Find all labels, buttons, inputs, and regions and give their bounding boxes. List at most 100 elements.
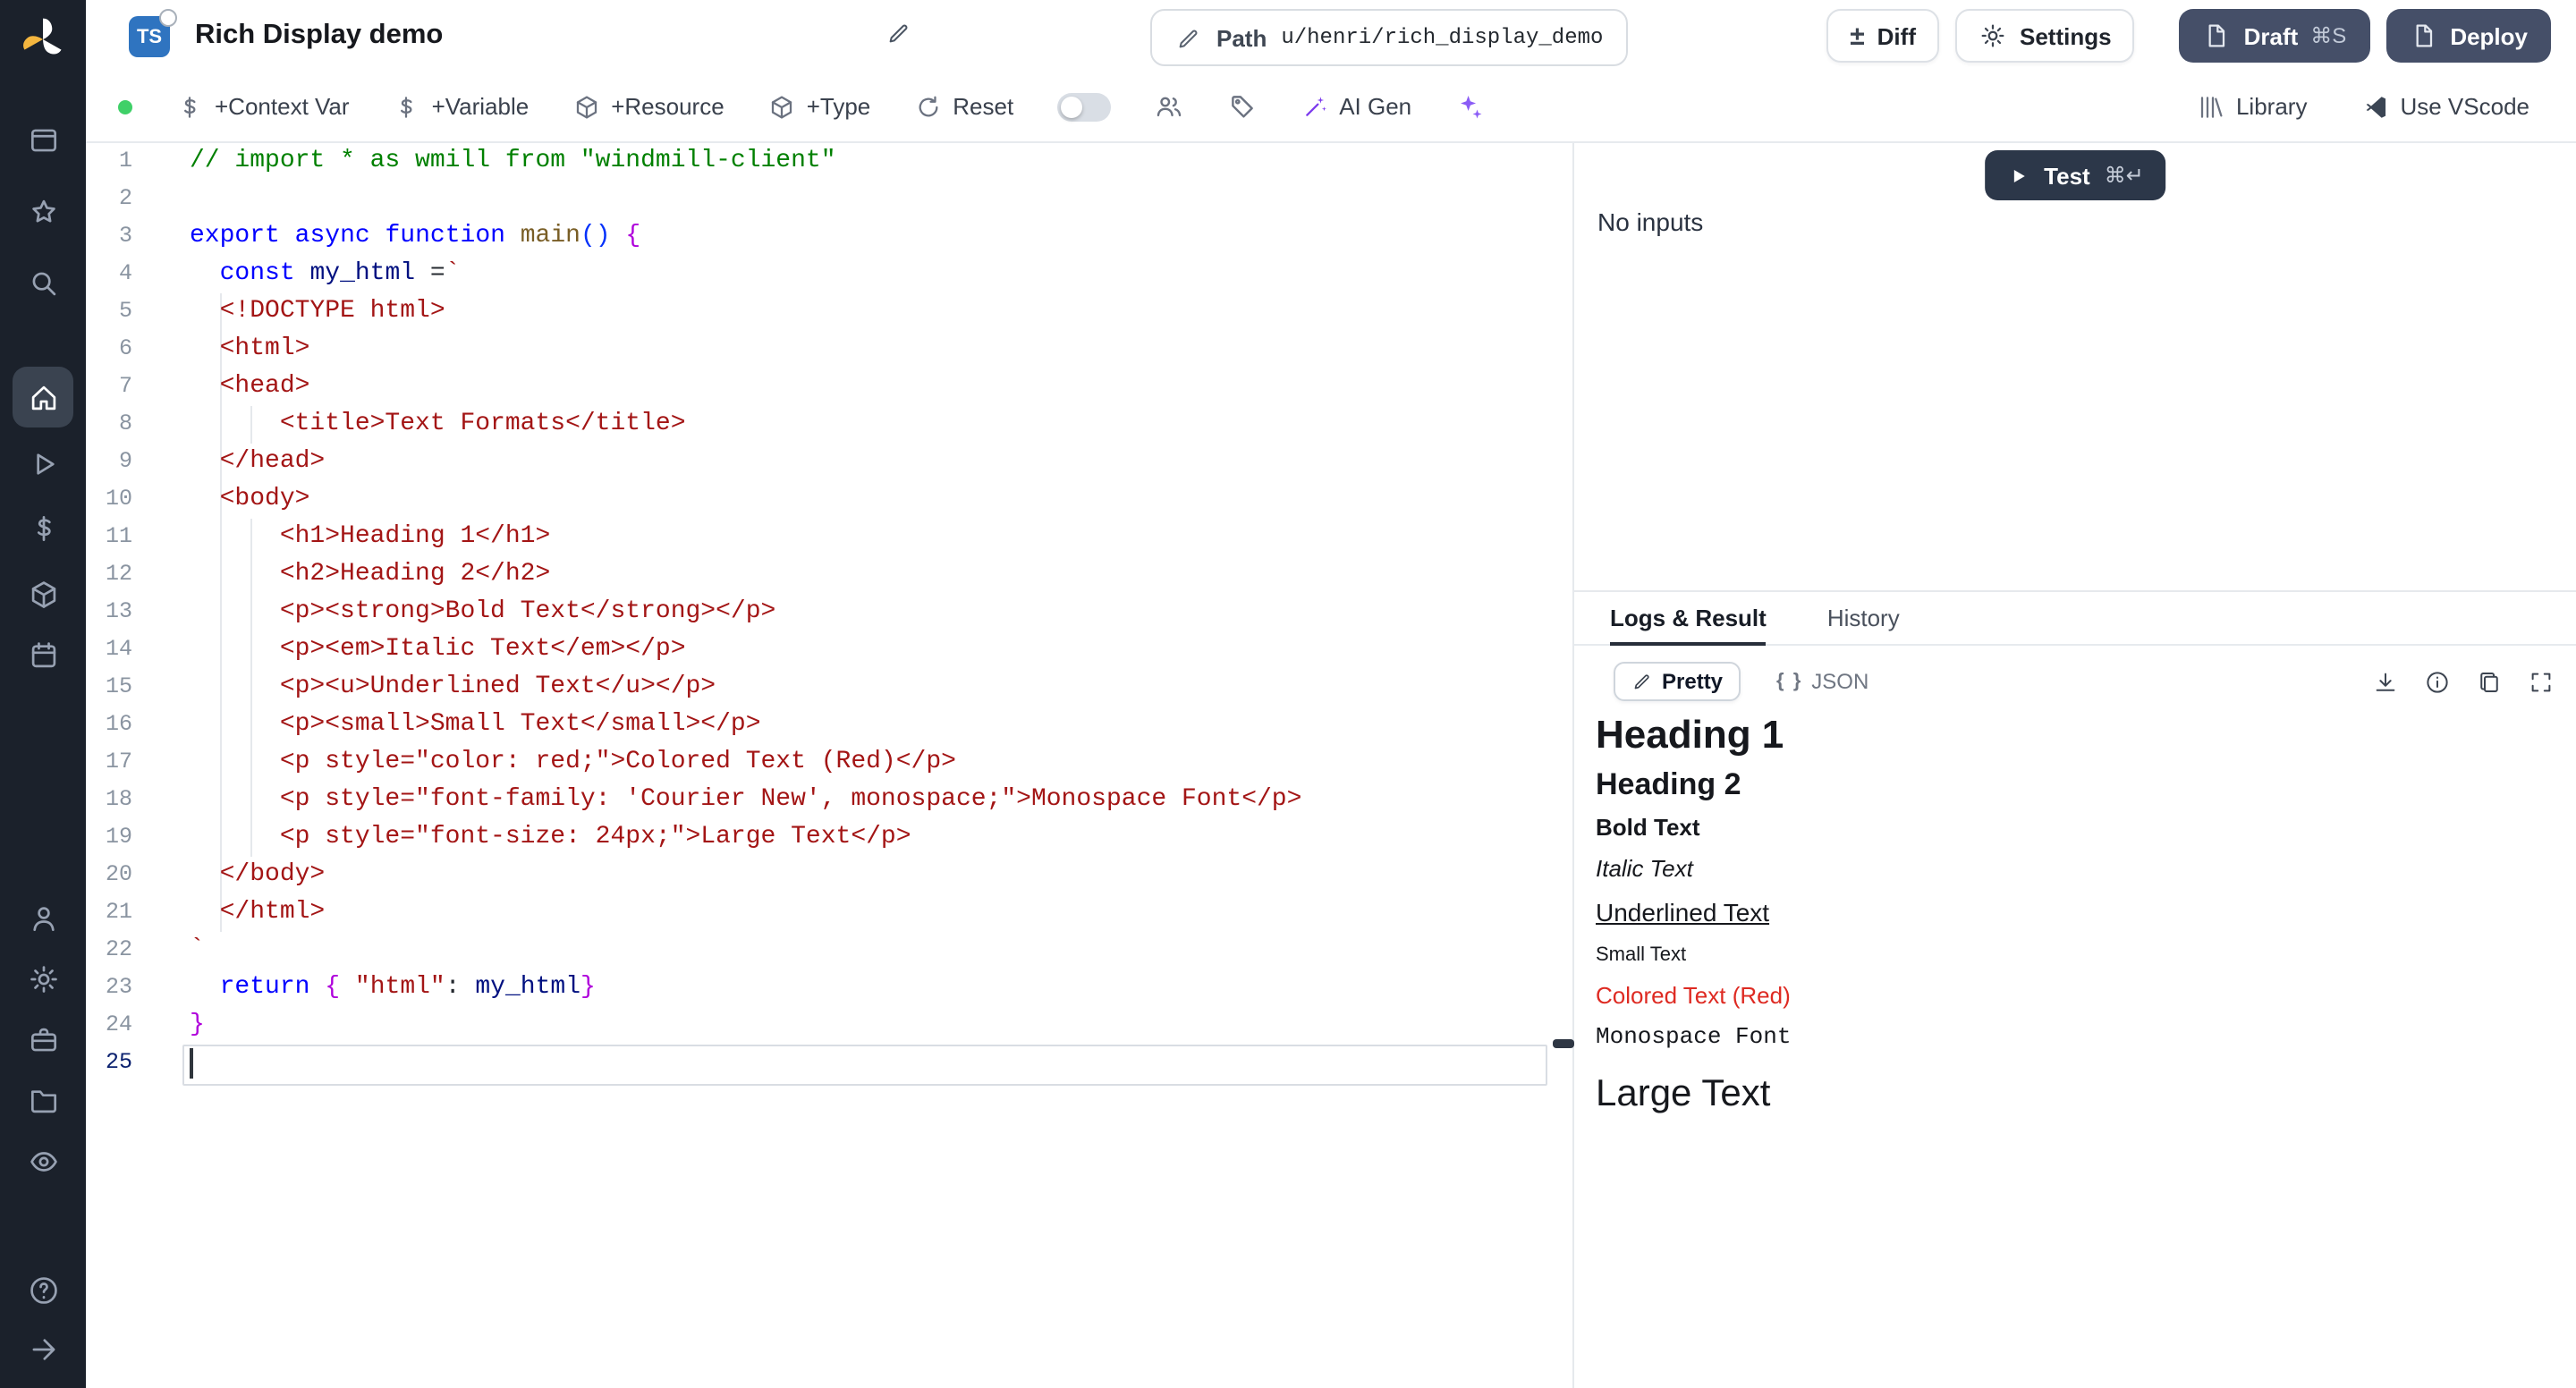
expand-icon[interactable]: [2528, 668, 2555, 695]
editor-line[interactable]: 21 </html>: [86, 894, 1553, 932]
editor-line[interactable]: 20 </body>: [86, 857, 1553, 894]
editor-line[interactable]: 9 </head>: [86, 444, 1553, 481]
editor-line[interactable]: 24}: [86, 1007, 1553, 1045]
sidebar-item-workspace[interactable]: [13, 109, 73, 170]
line-number[interactable]: 16: [86, 707, 132, 744]
line-number[interactable]: 6: [86, 331, 132, 368]
editor-line[interactable]: 1 // import * as wmill from "windmill-cli…: [86, 143, 1553, 181]
code-line[interactable]: <html>: [190, 331, 309, 368]
windmill-logo-icon[interactable]: [18, 14, 68, 64]
editor-line[interactable]: 12 <h2>Heading 2</h2>: [86, 556, 1553, 594]
sidebar-item-resources[interactable]: [13, 563, 73, 624]
format-code-icon[interactable]: [1226, 91, 1257, 122]
code-line[interactable]: return { "html": my_html}: [190, 969, 596, 1007]
line-number[interactable]: 25: [86, 1045, 132, 1082]
editor-line[interactable]: 16 <p><small>Small Text</small></p>: [86, 707, 1553, 744]
line-number[interactable]: 15: [86, 669, 132, 707]
users-icon[interactable]: [1153, 91, 1183, 122]
line-number[interactable]: 21: [86, 894, 132, 932]
edit-summary-button[interactable]: [882, 16, 916, 50]
line-number[interactable]: 7: [86, 368, 132, 406]
code-line[interactable]: <p style="color: red;">Colored Text (Red…: [190, 744, 956, 782]
editor-line[interactable]: 18 <p style="font-family: 'Courier New',…: [86, 782, 1553, 819]
code-line[interactable]: <p><u>Underlined Text</u></p>: [190, 669, 716, 707]
editor-line[interactable]: 22 `: [86, 932, 1553, 969]
sparkles-icon[interactable]: [1454, 91, 1485, 122]
sidebar-item-favorites[interactable]: [13, 181, 73, 241]
line-number[interactable]: 14: [86, 631, 132, 669]
sidebar-item-help[interactable]: [13, 1259, 73, 1320]
code-line[interactable]: <p><small>Small Text</small></p>: [190, 707, 761, 744]
code-line[interactable]: }: [190, 1007, 205, 1045]
add-variable-button[interactable]: +Variable: [393, 92, 530, 121]
code-line[interactable]: <h2>Heading 2</h2>: [190, 556, 550, 594]
info-icon[interactable]: [2424, 668, 2451, 695]
line-number[interactable]: 10: [86, 481, 132, 519]
splitter-handle[interactable]: [1553, 1039, 1574, 1048]
view-pretty-button[interactable]: Pretty: [1614, 662, 1741, 701]
draft-button[interactable]: Draft ⌘S: [2180, 9, 2370, 63]
sidebar-item-search[interactable]: [13, 252, 73, 313]
code-line[interactable]: <h1>Heading 1</h1>: [190, 519, 550, 556]
sidebar-item-audit-logs[interactable]: [13, 1130, 73, 1191]
download-icon[interactable]: [2372, 668, 2399, 695]
line-number[interactable]: 5: [86, 293, 132, 331]
code-line[interactable]: <p><em>Italic Text</em></p>: [190, 631, 686, 669]
code-line[interactable]: </html>: [190, 894, 325, 932]
editor-line[interactable]: 25: [86, 1045, 1553, 1082]
editor-line[interactable]: 19 <p style="font-size: 24px;">Large Tex…: [86, 819, 1553, 857]
line-number[interactable]: 13: [86, 594, 132, 631]
library-button[interactable]: Library: [2197, 92, 2308, 121]
line-number[interactable]: 22: [86, 932, 132, 969]
line-number[interactable]: 12: [86, 556, 132, 594]
sidebar-expand-button[interactable]: [13, 1318, 73, 1379]
line-number[interactable]: 3: [86, 218, 132, 256]
code-line[interactable]: <title>Text Formats</title>: [190, 406, 686, 444]
line-number[interactable]: 2: [86, 181, 132, 218]
line-number[interactable]: 24: [86, 1007, 132, 1045]
editor-line[interactable]: 7 <head>: [86, 368, 1553, 406]
code-line[interactable]: <head>: [190, 368, 309, 406]
editor-line[interactable]: 15 <p><u>Underlined Text</u></p>: [86, 669, 1553, 707]
line-number[interactable]: 23: [86, 969, 132, 1007]
editor-line[interactable]: 11 <h1>Heading 1</h1>: [86, 519, 1553, 556]
editor-line[interactable]: 4 const my_html =`: [86, 256, 1553, 293]
reset-button[interactable]: Reset: [913, 92, 1013, 121]
editor-line[interactable]: 23 return { "html": my_html}: [86, 969, 1553, 1007]
line-number[interactable]: 8: [86, 406, 132, 444]
editor-line[interactable]: 3 export async function main() {: [86, 218, 1553, 256]
multiplayer-toggle[interactable]: [1056, 92, 1110, 121]
editor-line[interactable]: 13 <p><strong>Bold Text</strong></p>: [86, 594, 1553, 631]
add-type-button[interactable]: +Type: [767, 92, 871, 121]
code-line[interactable]: const my_html =`: [190, 256, 461, 293]
line-number[interactable]: 1: [86, 143, 132, 181]
deploy-button[interactable]: Deploy: [2385, 9, 2551, 63]
code-line[interactable]: `: [190, 932, 205, 969]
code-line[interactable]: </head>: [190, 444, 325, 481]
editor-line[interactable]: 14 <p><em>Italic Text</em></p>: [86, 631, 1553, 669]
code-line[interactable]: export async function main() {: [190, 218, 640, 256]
add-resource-button[interactable]: +Resource: [572, 92, 724, 121]
sidebar-item-runs[interactable]: [13, 433, 73, 494]
sidebar-item-workers[interactable]: [13, 1009, 73, 1070]
sidebar-item-folders[interactable]: [13, 1070, 73, 1130]
line-number[interactable]: 11: [86, 519, 132, 556]
line-number[interactable]: 20: [86, 857, 132, 894]
path-field[interactable]: Path u/henri/rich_display_demo: [1150, 9, 1628, 66]
code-line[interactable]: <!DOCTYPE html>: [190, 293, 445, 331]
sidebar-item-settings[interactable]: [13, 948, 73, 1009]
copy-result-icon[interactable]: [2476, 668, 2503, 695]
code-line[interactable]: // import * as wmill from "windmill-clie…: [190, 143, 836, 181]
line-number[interactable]: 18: [86, 782, 132, 819]
editor-line[interactable]: 6 <html>: [86, 331, 1553, 368]
view-json-button[interactable]: { } JSON: [1758, 662, 1886, 701]
editor-line[interactable]: 8 <title>Text Formats</title>: [86, 406, 1553, 444]
settings-button[interactable]: Settings: [1955, 9, 2135, 63]
editor-line[interactable]: 5 <!DOCTYPE html>: [86, 293, 1553, 331]
code-line[interactable]: <p><strong>Bold Text</strong></p>: [190, 594, 775, 631]
add-context-var-button[interactable]: +Context Var: [175, 92, 350, 121]
sidebar-item-schedules[interactable]: [13, 624, 73, 685]
code-line[interactable]: <body>: [190, 481, 309, 519]
diff-button[interactable]: ± Diff: [1826, 9, 1939, 63]
tab-history[interactable]: History: [1827, 592, 1900, 644]
